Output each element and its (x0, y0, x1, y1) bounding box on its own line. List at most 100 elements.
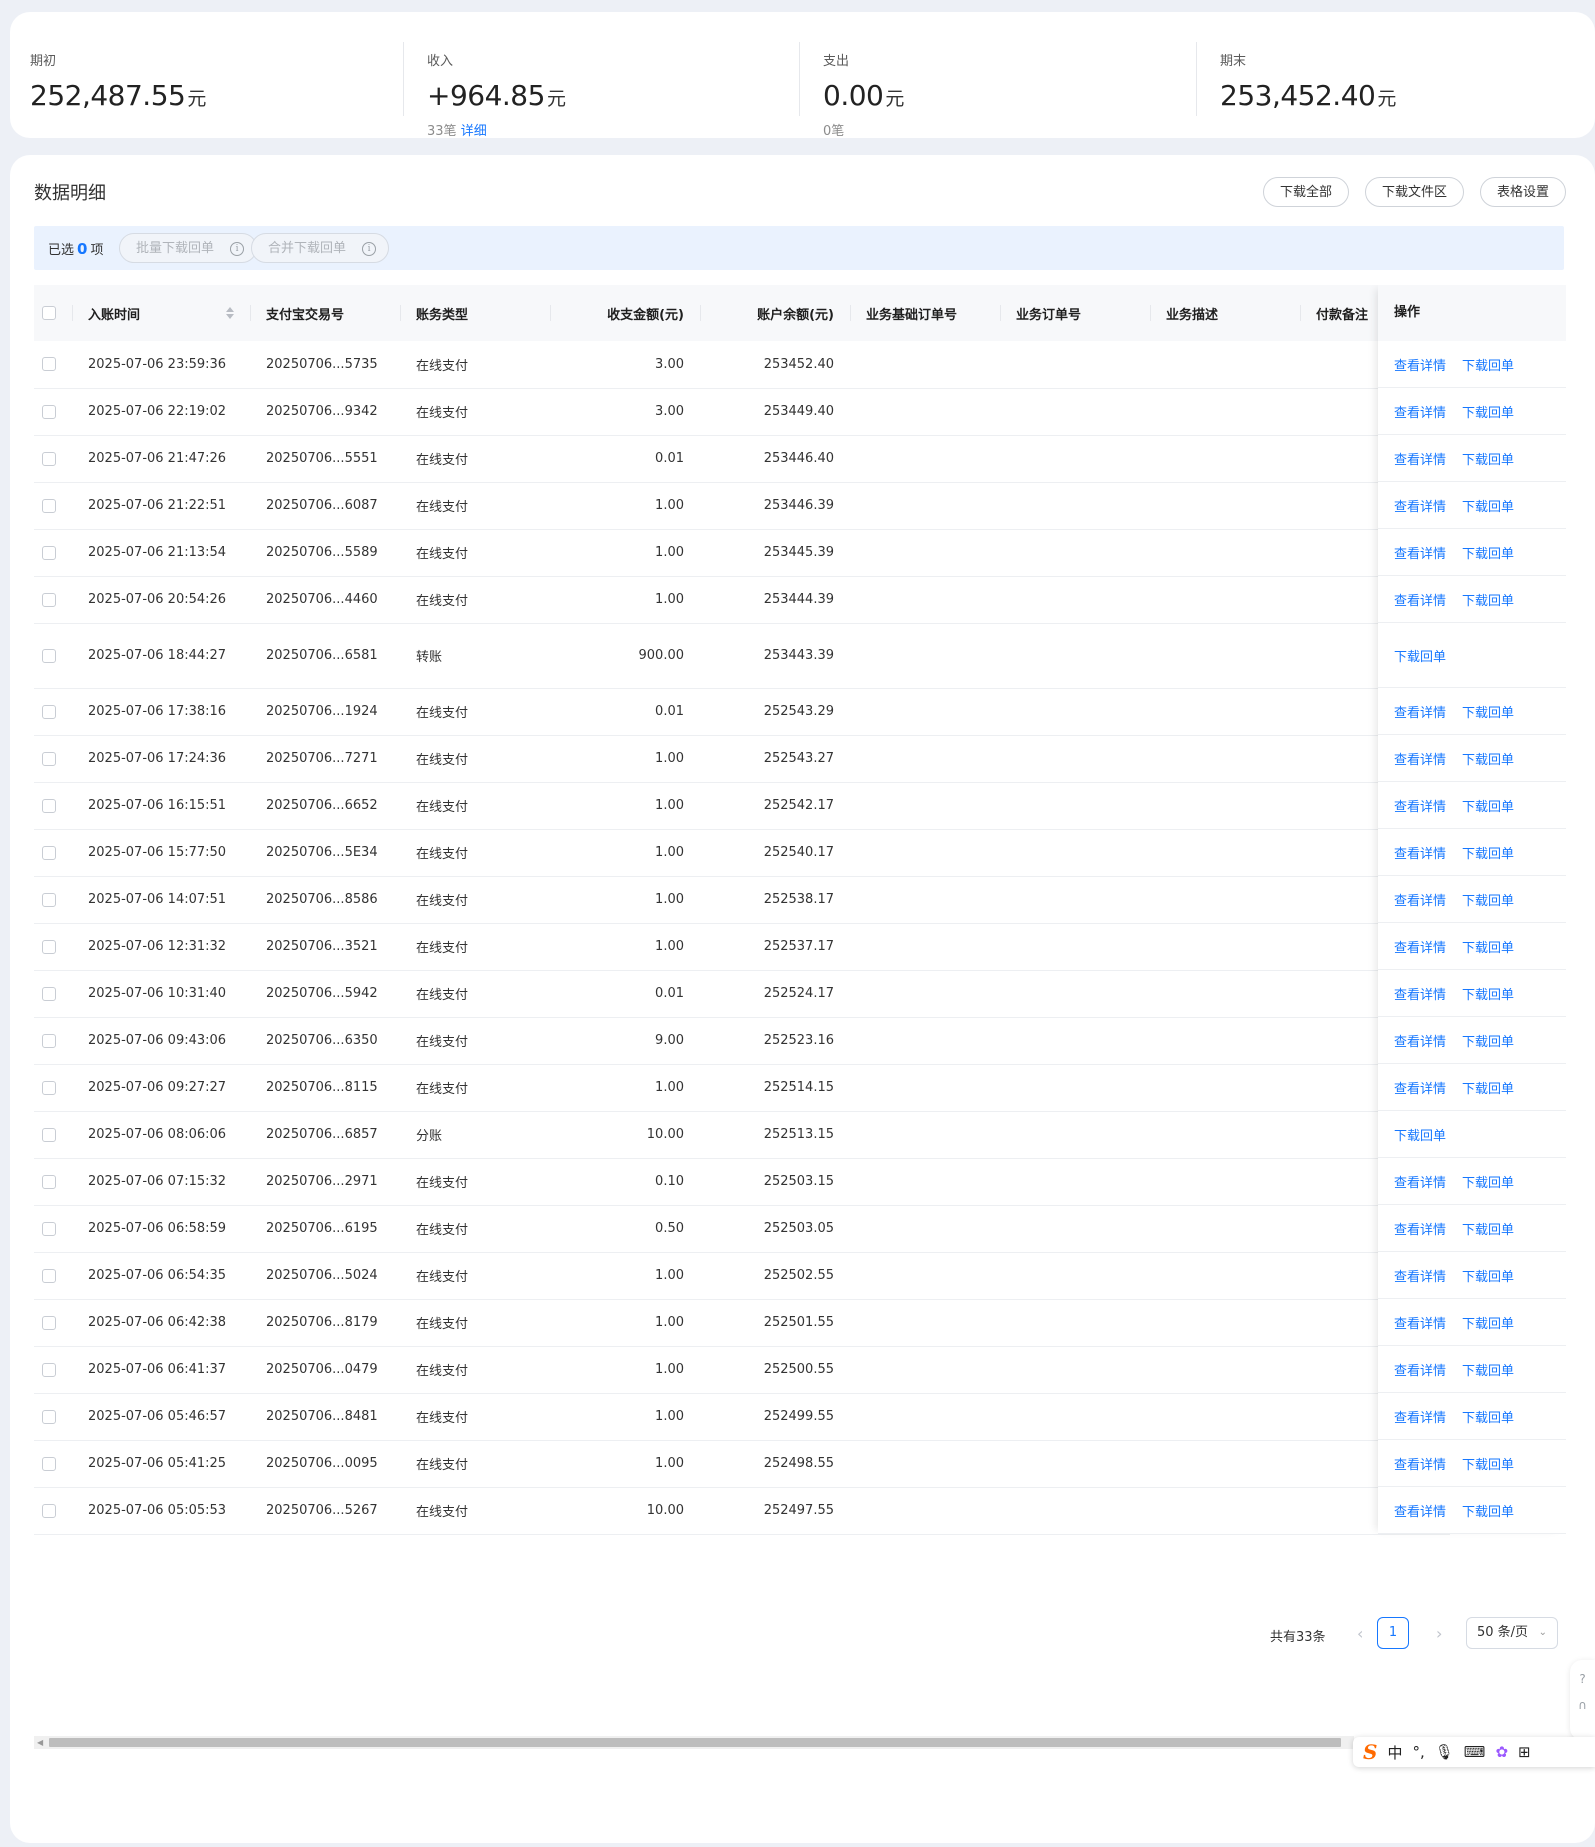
batch-download-button[interactable]: 批量下载回单 i (119, 233, 258, 263)
view-detail-link[interactable]: 查看详情 (1394, 1454, 1446, 1473)
page-size-select[interactable]: 50 条/页 ⌄ (1466, 1617, 1558, 1649)
view-detail-link[interactable]: 查看详情 (1394, 590, 1446, 609)
view-detail-link[interactable]: 查看详情 (1394, 1360, 1446, 1379)
ime-punct-toggle[interactable]: °, (1412, 1743, 1424, 1761)
row-checkbox[interactable] (42, 939, 56, 954)
row-checkbox[interactable] (42, 845, 56, 860)
download-receipt-link[interactable]: 下载回单 (1462, 543, 1514, 562)
view-detail-link[interactable]: 查看详情 (1394, 449, 1446, 468)
download-receipt-link[interactable]: 下载回单 (1462, 702, 1514, 721)
download-receipt-link[interactable]: 下载回单 (1462, 984, 1514, 1003)
row-checkbox[interactable] (42, 1268, 56, 1283)
download-receipt-link[interactable]: 下载回单 (1462, 1219, 1514, 1238)
download-receipt-link[interactable]: 下载回单 (1462, 796, 1514, 815)
ime-lang-toggle[interactable]: 中 (1387, 1742, 1402, 1763)
download-receipt-link[interactable]: 下载回单 (1462, 890, 1514, 909)
headset-icon[interactable]: ∩ (1570, 1698, 1595, 1712)
page-number-current[interactable]: 1 (1377, 1617, 1409, 1649)
view-detail-link[interactable]: 查看详情 (1394, 1172, 1446, 1191)
row-checkbox[interactable] (42, 451, 56, 466)
ime-logo[interactable]: S (1363, 1740, 1377, 1764)
view-detail-link[interactable]: 查看详情 (1394, 402, 1446, 421)
download-receipt-link[interactable]: 下载回单 (1462, 1031, 1514, 1050)
info-icon[interactable]: i (362, 242, 377, 256)
row-checkbox[interactable] (42, 704, 56, 719)
download-receipt-link[interactable]: 下载回单 (1462, 1172, 1514, 1191)
row-checkbox[interactable] (42, 648, 56, 663)
info-icon[interactable]: i (230, 242, 245, 256)
mic-icon[interactable]: 🎙 (1435, 1743, 1454, 1761)
row-checkbox[interactable] (42, 404, 56, 419)
row-checkbox[interactable] (42, 498, 56, 513)
select-all-checkbox[interactable] (42, 306, 56, 320)
download-receipt-link[interactable]: 下载回单 (1462, 1266, 1514, 1285)
download-receipt-link[interactable]: 下载回单 (1462, 1501, 1514, 1520)
download-receipt-link[interactable]: 下载回单 (1462, 1407, 1514, 1426)
download-receipt-link[interactable]: 下载回单 (1394, 1125, 1446, 1144)
table-settings-button[interactable]: 表格设置 (1480, 177, 1567, 207)
download-receipt-link[interactable]: 下载回单 (1462, 1454, 1514, 1473)
download-receipt-link[interactable]: 下载回单 (1462, 937, 1514, 956)
view-detail-link[interactable]: 查看详情 (1394, 984, 1446, 1003)
scrollbar-thumb[interactable] (49, 1738, 1341, 1747)
merge-download-button[interactable]: 合并下载回单 i (251, 233, 390, 263)
view-detail-link[interactable]: 查看详情 (1394, 1078, 1446, 1097)
row-checkbox[interactable] (42, 1315, 56, 1330)
view-detail-link[interactable]: 查看详情 (1394, 1313, 1446, 1332)
view-detail-link[interactable]: 查看详情 (1394, 543, 1446, 562)
row-checkbox[interactable] (42, 1409, 56, 1424)
skin-icon[interactable]: ✿ (1495, 1743, 1508, 1761)
download-receipt-link[interactable]: 下载回单 (1462, 1078, 1514, 1097)
view-detail-link[interactable]: 查看详情 (1394, 355, 1446, 374)
view-detail-link[interactable]: 查看详情 (1394, 1501, 1446, 1520)
row-checkbox[interactable] (42, 1033, 56, 1048)
row-checkbox[interactable] (42, 1127, 56, 1142)
view-detail-link[interactable]: 查看详情 (1394, 796, 1446, 815)
download-receipt-link[interactable]: 下载回单 (1462, 402, 1514, 421)
row-checkbox[interactable] (42, 798, 56, 813)
download-all-button[interactable]: 下载全部 (1263, 177, 1350, 207)
keyboard-icon[interactable]: ⌨ (1464, 1743, 1486, 1761)
row-checkbox[interactable] (42, 592, 56, 607)
download-receipt-link[interactable]: 下载回单 (1462, 449, 1514, 468)
view-detail-link[interactable]: 查看详情 (1394, 1266, 1446, 1285)
download-receipt-link[interactable]: 下载回单 (1462, 1360, 1514, 1379)
row-checkbox[interactable] (42, 1221, 56, 1236)
row-checkbox[interactable] (42, 1456, 56, 1471)
download-receipt-link[interactable]: 下载回单 (1462, 843, 1514, 862)
horizontal-scrollbar[interactable]: ◀ (34, 1736, 1354, 1749)
chevron-right-icon[interactable]: › (1436, 1624, 1442, 1643)
download-receipt-link[interactable]: 下载回单 (1394, 646, 1446, 665)
view-detail-link[interactable]: 查看详情 (1394, 1219, 1446, 1238)
grid-icon[interactable]: ⊞ (1518, 1743, 1531, 1761)
download-receipt-link[interactable]: 下载回单 (1462, 590, 1514, 609)
row-checkbox[interactable] (42, 357, 56, 372)
row-checkbox[interactable] (42, 1174, 56, 1189)
income-detail-link[interactable]: 详细 (461, 124, 487, 139)
help-icon[interactable]: ? (1570, 1672, 1595, 1686)
row-checkbox[interactable] (42, 986, 56, 1001)
view-detail-link[interactable]: 查看详情 (1394, 1407, 1446, 1426)
row-checkbox[interactable] (42, 1080, 56, 1095)
download-receipt-link[interactable]: 下载回单 (1462, 749, 1514, 768)
chevron-left-icon[interactable]: ‹ (1357, 1624, 1363, 1643)
view-detail-link[interactable]: 查看详情 (1394, 843, 1446, 862)
view-detail-link[interactable]: 查看详情 (1394, 702, 1446, 721)
view-detail-link[interactable]: 查看详情 (1394, 496, 1446, 515)
download-area-button[interactable]: 下载文件区 (1365, 177, 1465, 207)
row-checkbox[interactable] (42, 892, 56, 907)
row-checkbox[interactable] (42, 1503, 56, 1518)
column-header-time[interactable]: 入账时间 (72, 285, 250, 341)
sort-icon[interactable] (226, 307, 234, 319)
view-detail-link[interactable]: 查看详情 (1394, 1031, 1446, 1050)
row-checkbox[interactable] (42, 1362, 56, 1377)
view-detail-link[interactable]: 查看详情 (1394, 749, 1446, 768)
scroll-left-icon[interactable]: ◀ (37, 1738, 43, 1747)
view-detail-link[interactable]: 查看详情 (1394, 937, 1446, 956)
row-checkbox[interactable] (42, 751, 56, 766)
row-checkbox[interactable] (42, 545, 56, 560)
view-detail-link[interactable]: 查看详情 (1394, 890, 1446, 909)
download-receipt-link[interactable]: 下载回单 (1462, 1313, 1514, 1332)
download-receipt-link[interactable]: 下载回单 (1462, 496, 1514, 515)
download-receipt-link[interactable]: 下载回单 (1462, 355, 1514, 374)
